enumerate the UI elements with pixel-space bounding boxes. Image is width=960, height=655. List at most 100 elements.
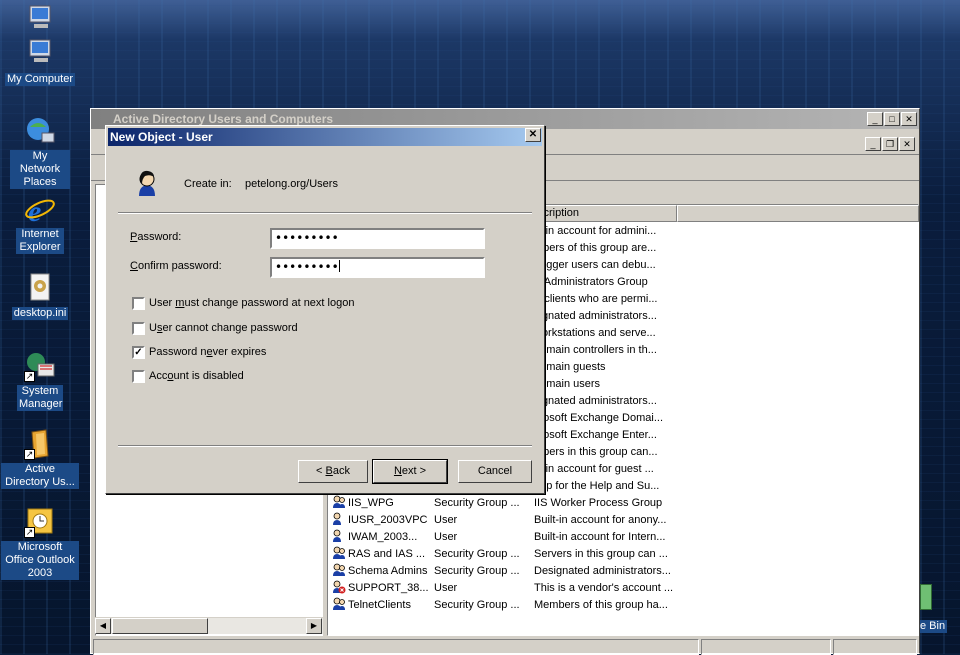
status-segment [701, 639, 831, 655]
row-description: workstations and serve... [534, 327, 656, 339]
list-row[interactable]: IUSR_2003VPC User Built-in account for ano… [328, 512, 918, 529]
user-icon [332, 529, 346, 543]
row-type: User [434, 582, 458, 594]
list-row[interactable]: IIS_WPG Security Group ... IIS Worker Proc… [328, 495, 918, 512]
computer-icon [24, 38, 56, 70]
cancel-button[interactable]: Cancel [458, 460, 532, 483]
checkbox-box[interactable] [132, 297, 145, 310]
list-row[interactable]: RAS and IAS ... Security Group ... Servers… [328, 546, 918, 563]
desktop-icon-partial[interactable] [0, 4, 80, 39]
group-icon [332, 495, 346, 509]
maximize-button[interactable]: □ [884, 112, 900, 126]
desktop-icon-outlook[interactable]: ↗ Microsoft Office Outlook 2003 [0, 506, 80, 580]
desktop-icon-my-network-places[interactable]: My Network Places [0, 115, 80, 189]
row-description: domain users [534, 378, 601, 390]
window-title: Active Directory Users and Computers [113, 112, 334, 126]
password-label: Password: [130, 231, 182, 243]
icon-label: Internet Explorer [16, 228, 64, 254]
row-description: S clients who are permi... [534, 293, 658, 305]
row-description: crosoft Exchange Enter... [534, 429, 657, 441]
text-cursor [338, 260, 340, 272]
checkbox-label: User cannot change password [149, 322, 298, 334]
checkbox-label: Password never expires [149, 346, 267, 358]
desktop-icon-internet-explorer[interactable]: e Internet Explorer [0, 193, 80, 254]
group-icon [332, 597, 346, 611]
password-field[interactable]: ••••••••• [270, 228, 485, 249]
desktop-icon-desktop-ini[interactable]: desktop.ini [0, 272, 80, 320]
checkbox-box-checked[interactable]: ✓ [132, 346, 145, 359]
row-description: ilt-in account for guest ... [534, 463, 654, 475]
dialog-titlebar[interactable]: New Object - User [108, 128, 542, 146]
row-type: Security Group ... [434, 565, 520, 577]
network-icon [24, 115, 56, 147]
desktop-icon-my-computer[interactable]: My Computer [0, 38, 80, 86]
row-description: Servers in this group can ... [534, 548, 668, 560]
create-in-label: Create in: [184, 178, 232, 190]
checkbox-box[interactable] [132, 370, 145, 383]
dialog-separator [118, 445, 532, 447]
row-description: S Administrators Group [534, 276, 648, 288]
row-description: signated administrators... [534, 395, 657, 407]
ie-icon: e [24, 193, 56, 228]
scroll-left-button[interactable]: ◀ [95, 618, 111, 634]
list-row[interactable]: IWAM_2003... User Built-in account for Int… [328, 529, 918, 546]
row-description: domain controllers in th... [534, 344, 657, 356]
group-icon [332, 563, 346, 577]
back-button[interactable]: < Back [298, 460, 368, 483]
confirm-password-field[interactable]: ••••••••• [270, 257, 485, 278]
desktop-icon-active-directory[interactable]: ↗ Active Directory Us... [0, 428, 80, 489]
list-row[interactable]: Schema Admins Security Group ... Designate… [328, 563, 918, 580]
next-button[interactable]: Next > [372, 459, 448, 484]
row-name-text: TelnetClients [348, 599, 411, 611]
tree-horizontal-scrollbar[interactable]: ◀ ▶ [95, 617, 323, 634]
scroll-right-button[interactable]: ▶ [306, 618, 322, 634]
row-description: Built-in account for anony... [534, 514, 667, 526]
shortcut-arrow-icon: ↗ [24, 527, 35, 538]
ad-icon: ↗ [24, 428, 56, 460]
row-type: Security Group ... [434, 548, 520, 560]
row-description: mbers in this group can... [534, 446, 658, 458]
confirm-password-label: Confirm password: [130, 260, 222, 272]
dialog-title: New Object - User [110, 130, 213, 144]
scroll-thumb[interactable] [112, 618, 208, 634]
user-icon [332, 512, 346, 526]
minimize-button[interactable]: _ [867, 112, 883, 126]
row-description: IIS Worker Process Group [534, 497, 663, 509]
row-description: ilt-in account for admini... [534, 225, 657, 237]
status-segment [833, 639, 917, 655]
column-header-spare [677, 205, 919, 222]
row-description: signated administrators... [534, 310, 657, 322]
group-icon [332, 546, 346, 560]
row-name-text: Schema Admins [348, 565, 428, 577]
desktop-icon-system-manager[interactable]: ↗ System Manager [0, 350, 80, 411]
icon-label: Active Directory Us... [1, 463, 79, 489]
row-name-text: RAS and IAS ... [348, 548, 426, 560]
row-type: Security Group ... [434, 599, 520, 611]
close-button[interactable]: ✕ [901, 112, 917, 126]
row-name: RAS and IAS ... [332, 546, 428, 563]
row-type: User [434, 514, 458, 526]
status-bar [91, 637, 919, 655]
desktop-icon-recycle-bin[interactable]: e Bin [918, 582, 960, 634]
row-description: mbers of this group are... [534, 242, 657, 254]
list-row[interactable]: TelnetClients Security Group ... Members o… [328, 597, 918, 614]
new-object-user-dialog: New Object - User ✕ Create in: petelong.… [105, 125, 545, 494]
icon-label: My Network Places [10, 150, 70, 189]
row-description: domain guests [534, 361, 606, 373]
dialog-separator [118, 212, 532, 214]
row-name: TelnetClients [332, 597, 428, 614]
row-name: IWAM_2003... [332, 529, 428, 546]
row-description: bugger users can debu... [534, 259, 656, 271]
row-name: IIS_WPG [332, 495, 428, 512]
row-description: Members of this group ha... [534, 599, 668, 611]
status-segment [93, 639, 699, 655]
column-header-description[interactable]: scription [533, 205, 677, 222]
list-row[interactable]: SUPPORT_38... User This is a vendor's acco… [328, 580, 918, 597]
dialog-close-button[interactable]: ✕ [525, 128, 541, 142]
shortcut-arrow-icon: ↗ [24, 449, 35, 460]
row-description: oup for the Help and Su... [534, 480, 660, 492]
computer-icon [24, 4, 56, 36]
row-name: SUPPORT_38... [332, 580, 428, 597]
disabled-user-icon [332, 580, 346, 594]
checkbox-box[interactable] [132, 322, 145, 335]
